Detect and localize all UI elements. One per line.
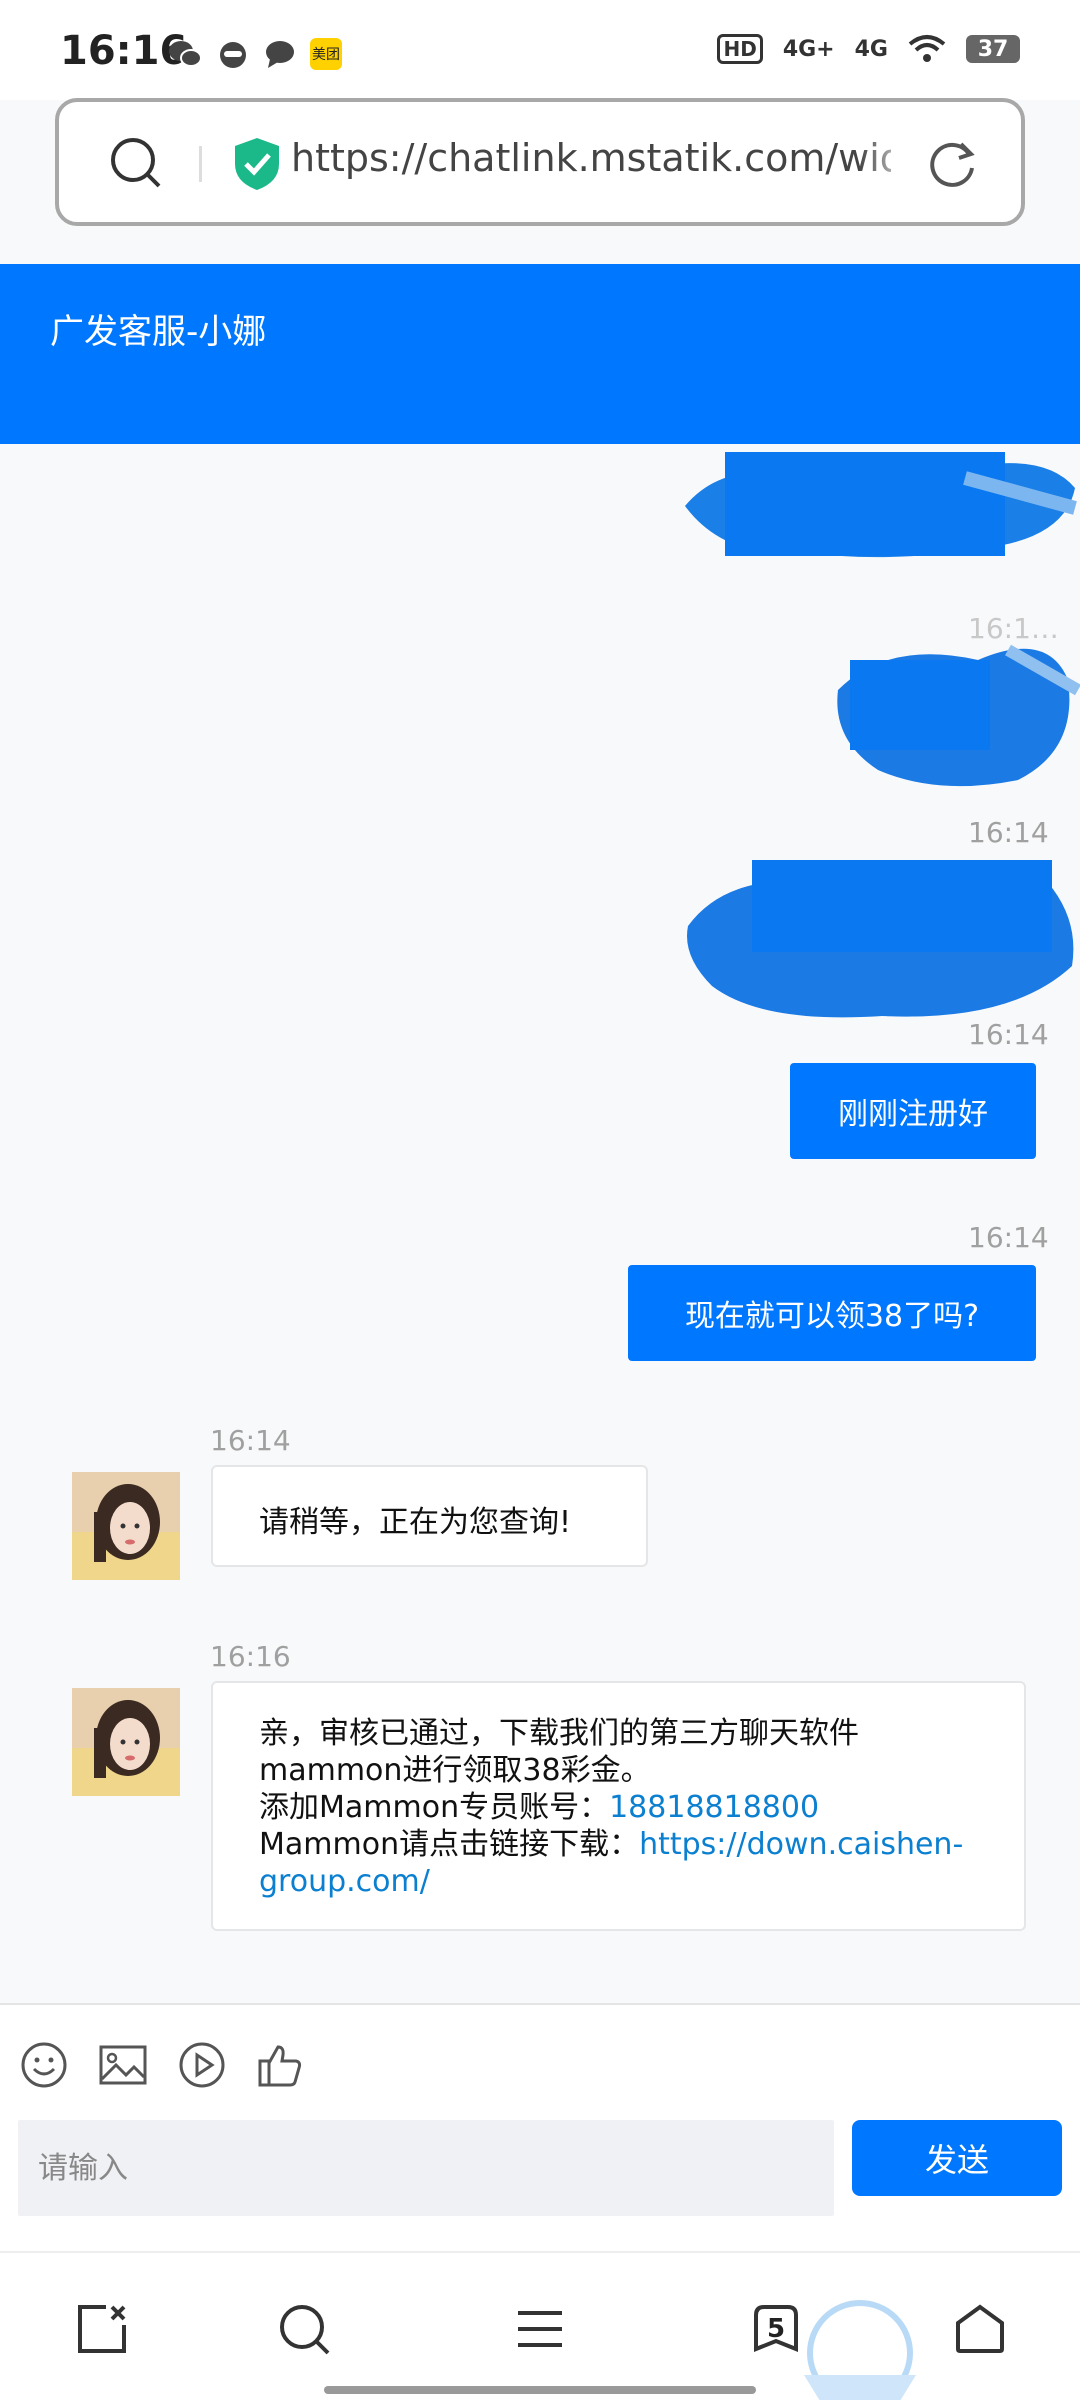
wifi-icon — [908, 35, 946, 62]
status-right: HD 4G+ 4G 37 — [717, 34, 1020, 64]
chat-header: 广发客服-小娜 — [0, 264, 1080, 444]
close-tab-icon[interactable] — [76, 2303, 128, 2355]
tabs-button[interactable]: 5 — [752, 2303, 800, 2357]
mascot-icon — [804, 2300, 916, 2400]
secure-shield-icon — [235, 138, 279, 190]
hd-badge: HD — [717, 34, 763, 64]
message-line: Mammon请点击链接下载：https://down.caishen- — [259, 1826, 999, 1863]
battery-indicator: 37 — [966, 35, 1020, 63]
incoming-message-body: 亲，审核已通过，下载我们的第三方聊天软件 mammon进行领取38彩金。 添加M… — [259, 1715, 999, 1900]
tab-count: 5 — [766, 2314, 786, 2344]
emoji-icon[interactable] — [20, 2041, 68, 2089]
outgoing-message: 现在就可以领38了吗? — [628, 1265, 1036, 1361]
redacted-message-3 — [687, 860, 1074, 1018]
notification-icons: 美团 — [168, 38, 342, 70]
thumbs-up-icon[interactable] — [256, 2041, 304, 2089]
message-timestamp: 16:14 — [968, 1221, 1049, 1254]
refresh-icon[interactable] — [923, 134, 981, 192]
url-text[interactable]: https://chatlink.mstatik.com/widget — [291, 136, 891, 190]
agent-avatar — [72, 1472, 180, 1580]
redacted-message-2 — [837, 644, 1080, 787]
incoming-message: 亲，审核已通过，下载我们的第三方聊天软件 mammon进行领取38彩金。 添加M… — [211, 1681, 1026, 1931]
redacted-message-1 — [685, 452, 1077, 558]
address-bar[interactable]: https://chatlink.mstatik.com/widget — [55, 98, 1025, 226]
meituan-label: 美团 — [312, 47, 340, 63]
message-icon — [266, 41, 294, 68]
menu-icon[interactable] — [514, 2303, 566, 2355]
message-timestamp: 16:14 — [210, 1424, 291, 1457]
message-timestamp: 16:16 — [210, 1640, 291, 1673]
message-line: 添加Mammon专员账号：18818818800 — [259, 1789, 999, 1826]
composer: 发送 — [0, 2003, 1080, 2251]
incoming-message-text: 请稍等，正在为您查询! — [259, 1505, 572, 1540]
cat-app-icon — [220, 42, 246, 68]
search-icon[interactable] — [107, 134, 165, 192]
agent-avatar — [72, 1688, 180, 1796]
network-1: 4G+ — [782, 36, 835, 62]
network-2: 4G — [854, 36, 888, 62]
search-nav-icon[interactable] — [278, 2303, 330, 2355]
avatar-image — [72, 1688, 180, 1796]
browser-bottom-nav: 5 — [0, 2251, 1080, 2400]
status-bar: 16:16 美团 HD 4G+ 4G 37 — [0, 0, 1080, 100]
message-timestamp: 16:14 — [968, 1018, 1049, 1051]
account-label: 添加Mammon专员账号： — [259, 1790, 610, 1825]
message-input[interactable] — [18, 2120, 834, 2216]
image-icon[interactable] — [98, 2041, 148, 2089]
meituan-icon: 美团 — [310, 38, 342, 70]
download-link[interactable]: https://down.caishen- — [639, 1827, 963, 1862]
home-icon[interactable] — [954, 2303, 1006, 2355]
message-line: 亲，审核已通过，下载我们的第三方聊天软件 — [259, 1716, 859, 1751]
message-line: mammon进行领取38彩金。 — [259, 1753, 651, 1788]
phone-link[interactable]: 18818818800 — [609, 1790, 819, 1825]
outgoing-message: 刚刚注册好 — [790, 1063, 1036, 1159]
download-label: Mammon请点击链接下载： — [259, 1827, 640, 1862]
home-indicator — [324, 2386, 756, 2394]
send-button[interactable]: 发送 — [852, 2120, 1062, 2196]
wechat-icon — [169, 41, 202, 67]
chat-title: 广发客服-小娜 — [50, 312, 267, 352]
incoming-message: 请稍等，正在为您查询! — [211, 1465, 648, 1567]
url-divider — [199, 146, 202, 182]
url-fade — [859, 130, 919, 194]
message-timestamp: 16:14 — [968, 816, 1049, 849]
avatar-image — [72, 1472, 180, 1580]
download-link-cont[interactable]: group.com/ — [259, 1863, 999, 1900]
composer-tools — [20, 2041, 304, 2089]
video-icon[interactable] — [178, 2041, 226, 2089]
